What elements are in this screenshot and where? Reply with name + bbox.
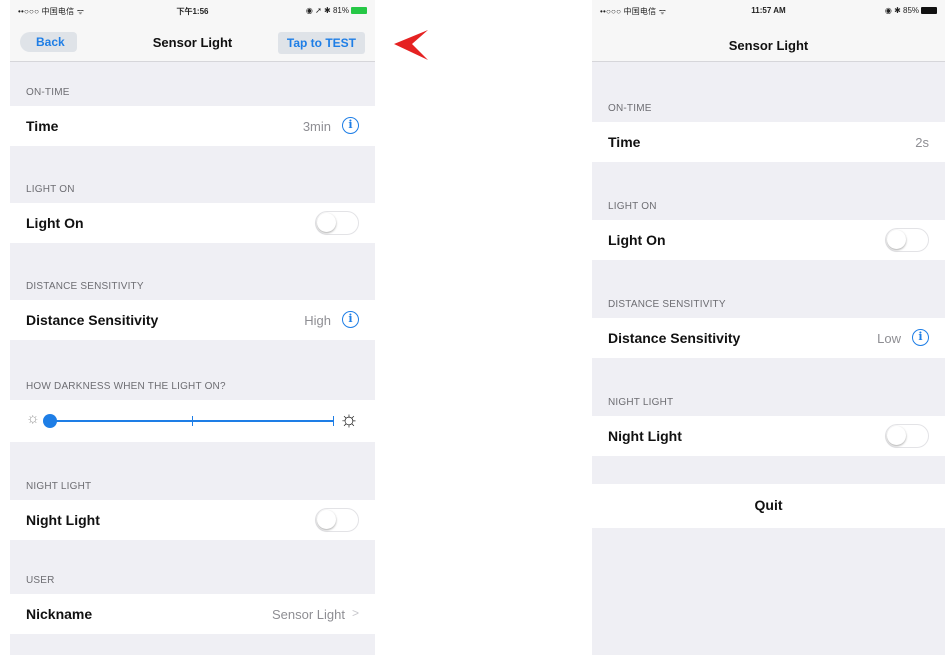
info-circle-icon[interactable]: i xyxy=(342,117,359,134)
battery-icon xyxy=(351,7,367,15)
toggle-knob xyxy=(887,230,906,249)
status-bar: ••○○○ 中国电信 ᯤ 下午1:56 ◉ ➚ ✱ 81% xyxy=(10,0,375,22)
toggle-knob xyxy=(887,426,906,445)
light-on-toggle[interactable] xyxy=(315,211,359,235)
section-header-user: USER xyxy=(10,540,375,594)
section-header-night-light: NIGHT LIGHT xyxy=(10,442,375,500)
row-label: Nickname xyxy=(26,606,93,622)
status-battery: ◉ ➚ ✱ 81% xyxy=(306,6,367,15)
row-label: Distance Sensitivity xyxy=(26,312,159,328)
row-label: Light On xyxy=(608,232,666,248)
section-label: DISTANCE SENSITIVITY xyxy=(608,299,726,310)
section-header-night-light: NIGHT LIGHT xyxy=(592,358,945,416)
row-night-light: Night Light xyxy=(10,500,375,540)
section-header-on-time: ON-TIME xyxy=(10,62,375,106)
row-light-on: Light On xyxy=(10,203,375,243)
section-label: LIGHT ON xyxy=(608,201,657,212)
red-arrow-marker-icon xyxy=(394,30,428,60)
sun-dim-icon: ☼ xyxy=(26,410,40,427)
section-label: NIGHT LIGHT xyxy=(26,481,92,492)
row-value: High xyxy=(304,313,331,328)
section-header-on-time: ON-TIME xyxy=(592,62,945,122)
battery-text: ◉ ✱ 85% xyxy=(884,6,919,15)
row-label: Night Light xyxy=(608,428,682,444)
section-header-distance: DISTANCE SENSITIVITY xyxy=(592,260,945,318)
toggle-knob xyxy=(317,213,336,232)
row-label: Time xyxy=(608,134,641,150)
sun-bright-icon: ☼ xyxy=(338,406,359,431)
section-header-light-on: LIGHT ON xyxy=(592,162,945,220)
page-title: Sensor Light xyxy=(728,38,809,53)
tap-to-test-button[interactable]: Tap to TEST xyxy=(277,32,365,54)
right-phone-screen: ••○○○ 中国电信 ᯤ 11:57 AM ◉ ✱ 85% Sensor Lig… xyxy=(592,0,945,655)
toggle-knob xyxy=(317,510,336,529)
row-label: Distance Sensitivity xyxy=(608,330,741,346)
row-value: 3min xyxy=(302,119,331,134)
row-distance-sensitivity[interactable]: Distance Sensitivity Low i xyxy=(592,318,945,358)
row-value: 2s xyxy=(915,135,929,150)
row-nickname[interactable]: Nickname Sensor Light > xyxy=(10,594,375,634)
battery-icon xyxy=(921,7,937,15)
row-night-light: Night Light xyxy=(592,416,945,456)
row-value: Sensor Light xyxy=(272,607,345,622)
section-header-darkness: HOW DARKNESS WHEN THE LIGHT ON? xyxy=(10,340,375,400)
row-distance-sensitivity[interactable]: Distance Sensitivity High i xyxy=(10,300,375,340)
section-header-distance: DISTANCE SENSITIVITY xyxy=(10,243,375,300)
darkness-slider-row: ☼ ☼ xyxy=(10,400,375,442)
slider-thumb[interactable] xyxy=(43,414,57,428)
night-light-toggle[interactable] xyxy=(315,508,359,532)
status-battery: ◉ ✱ 85% xyxy=(885,6,937,15)
row-value: Low xyxy=(877,331,901,346)
battery-text: ◉ ➚ ✱ 81% xyxy=(305,6,349,15)
quit-label: Quit xyxy=(754,497,783,513)
section-label: ON-TIME xyxy=(608,103,652,114)
navigation-bar: Sensor Light xyxy=(592,22,945,62)
slider-tick xyxy=(333,416,334,426)
section-header-light-on: LIGHT ON xyxy=(10,146,375,203)
section-label: DISTANCE SENSITIVITY xyxy=(26,281,144,292)
row-label: Light On xyxy=(26,215,84,231)
chevron-right-icon: > xyxy=(351,606,359,620)
section-label: HOW DARKNESS WHEN THE LIGHT ON? xyxy=(26,381,226,392)
row-label: Time xyxy=(26,118,59,134)
status-bar: ••○○○ 中国电信 ᯤ 11:57 AM ◉ ✱ 85% xyxy=(592,0,945,22)
night-light-toggle[interactable] xyxy=(885,424,929,448)
row-light-on: Light On xyxy=(592,220,945,260)
section-label: USER xyxy=(26,575,55,586)
section-label: NIGHT LIGHT xyxy=(608,397,674,408)
info-circle-icon[interactable]: i xyxy=(912,329,929,346)
darkness-slider[interactable] xyxy=(43,414,334,428)
row-time[interactable]: Time 3min i xyxy=(10,106,375,146)
slider-tick xyxy=(191,416,193,426)
quit-button[interactable]: Quit xyxy=(592,484,945,528)
section-label: ON-TIME xyxy=(26,87,70,98)
info-circle-icon[interactable]: i xyxy=(342,311,359,328)
light-on-toggle[interactable] xyxy=(885,228,929,252)
row-time[interactable]: Time 2s xyxy=(592,122,945,162)
left-phone-screen: ••○○○ 中国电信 ᯤ 下午1:56 ◉ ➚ ✱ 81% Back Senso… xyxy=(10,0,375,655)
navigation-bar: Back Sensor Light Tap to TEST xyxy=(10,22,375,62)
section-label: LIGHT ON xyxy=(26,184,75,195)
row-label: Night Light xyxy=(26,512,100,528)
